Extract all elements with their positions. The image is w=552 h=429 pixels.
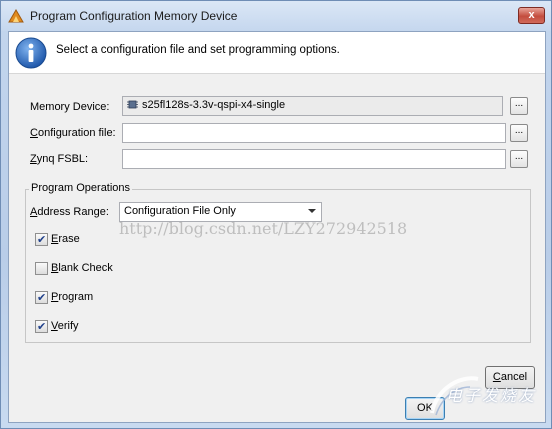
blank-check-checkbox[interactable] [35, 262, 48, 275]
blank-check-label: Blank Check [51, 262, 113, 274]
address-range-value: Configuration File Only [124, 205, 236, 217]
memory-device-browse-button[interactable]: ... [510, 97, 528, 115]
program-operations-title: Program Operations [29, 182, 133, 194]
verify-checkbox[interactable]: ✔ [35, 320, 48, 333]
info-icon [15, 37, 47, 69]
configuration-file-label-text: onfiguration file: [37, 127, 116, 139]
zynq-fsbl-label-text: ynq FSBL: [36, 153, 89, 165]
info-panel: Select a configuration file and set prog… [9, 32, 545, 74]
configuration-file-label: Configuration file: [30, 127, 116, 139]
chevron-down-icon [308, 209, 316, 213]
address-range-label: Address Range: [30, 206, 109, 218]
close-button[interactable]: x [518, 7, 545, 24]
chip-icon [127, 100, 138, 109]
configuration-file-browse-button[interactable]: ... [510, 124, 528, 142]
title-bar[interactable]: Program Configuration Memory Device x [1, 1, 551, 31]
dialog-window: Program Configuration Memory Device x Se… [0, 0, 552, 429]
zynq-fsbl-label-mnemonic: Z [30, 153, 37, 165]
site-logo-text: 电子发烧友 [446, 388, 537, 405]
verify-label-text: erify [57, 320, 79, 332]
address-range-label-text: ddress Range: [37, 206, 109, 218]
window-title: Program Configuration Memory Device [30, 9, 238, 23]
zynq-fsbl-label: Zynq FSBL: [30, 153, 88, 165]
configuration-file-input[interactable] [122, 123, 506, 143]
checkmark-icon: ✔ [37, 292, 47, 304]
app-icon [8, 9, 24, 23]
erase-label: Erase [51, 233, 80, 245]
verify-label-mnemonic: V [51, 320, 58, 332]
erase-checkbox[interactable]: ✔ [35, 233, 48, 246]
blank-check-label-text: lank Check [58, 262, 113, 274]
checkmark-icon: ✔ [37, 321, 47, 333]
memory-device-label: Memory Device: [30, 101, 110, 113]
zynq-fsbl-input[interactable] [122, 149, 506, 169]
verify-label: Verify [51, 320, 79, 332]
dialog-body: Select a configuration file and set prog… [8, 31, 546, 423]
memory-device-value: s25fl128s-3.3v-qspi-x4-single [142, 99, 286, 111]
erase-label-text: rase [58, 233, 80, 245]
checkmark-icon: ✔ [37, 234, 47, 246]
watermark-url: http://blog.csdn.net/LZY272942518 [119, 219, 408, 238]
program-checkbox[interactable]: ✔ [35, 291, 48, 304]
program-label: Program [51, 291, 93, 303]
configuration-file-label-mnemonic: C [30, 127, 38, 139]
zynq-fsbl-browse-button[interactable]: ... [510, 150, 528, 168]
program-label-text: rogram [58, 291, 94, 303]
memory-device-field: s25fl128s-3.3v-qspi-x4-single [122, 96, 503, 116]
info-message: Select a configuration file and set prog… [56, 44, 340, 56]
